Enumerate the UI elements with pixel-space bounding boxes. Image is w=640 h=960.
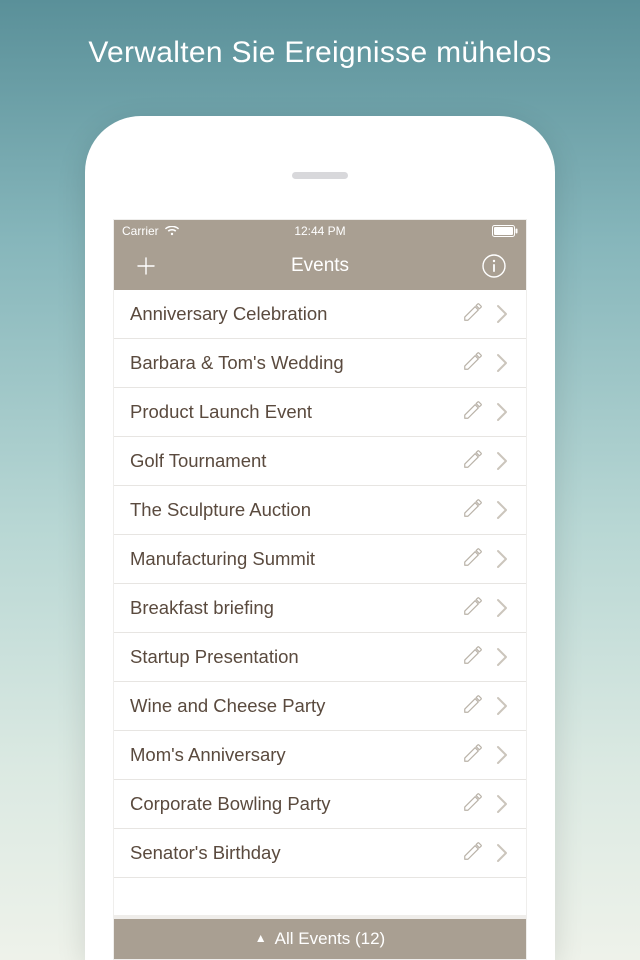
caret-up-icon: ▲ [255, 931, 267, 945]
event-row[interactable]: Mom's Anniversary [114, 731, 526, 780]
pencil-icon [462, 497, 484, 524]
pencil-icon [462, 399, 484, 426]
event-label: Senator's Birthday [130, 842, 456, 864]
edit-event-button[interactable] [456, 542, 490, 576]
event-row[interactable]: Product Launch Event [114, 388, 526, 437]
chevron-right-icon [490, 694, 514, 718]
plus-icon [134, 254, 158, 278]
event-row[interactable]: Startup Presentation [114, 633, 526, 682]
event-label: The Sculpture Auction [130, 499, 456, 521]
pencil-icon [462, 546, 484, 573]
event-row[interactable]: Senator's Birthday [114, 829, 526, 878]
edit-event-button[interactable] [456, 493, 490, 527]
pencil-icon [462, 742, 484, 769]
events-list[interactable]: Anniversary Celebration Barbara & Tom's W… [114, 290, 526, 915]
chevron-right-icon [490, 596, 514, 620]
event-row[interactable]: Golf Tournament [114, 437, 526, 486]
edit-event-button[interactable] [456, 738, 490, 772]
event-row[interactable]: The Sculpture Auction [114, 486, 526, 535]
battery-icon [492, 225, 518, 237]
status-left: Carrier [122, 224, 254, 238]
event-label: Golf Tournament [130, 450, 456, 472]
pencil-icon [462, 644, 484, 671]
event-label: Breakfast briefing [130, 597, 456, 619]
nav-bar: Events [114, 242, 526, 290]
event-label: Manufacturing Summit [130, 548, 456, 570]
event-label: Barbara & Tom's Wedding [130, 352, 456, 374]
nav-title: Events [168, 255, 472, 277]
chevron-right-icon [490, 743, 514, 767]
edit-event-button[interactable] [456, 689, 490, 723]
edit-event-button[interactable] [456, 346, 490, 380]
edit-event-button[interactable] [456, 395, 490, 429]
add-event-button[interactable] [124, 244, 168, 288]
event-row[interactable]: Breakfast briefing [114, 584, 526, 633]
edit-event-button[interactable] [456, 787, 490, 821]
wifi-icon [165, 226, 179, 236]
chevron-right-icon [490, 547, 514, 571]
edit-event-button[interactable] [456, 836, 490, 870]
event-label: Mom's Anniversary [130, 744, 456, 766]
pencil-icon [462, 301, 484, 328]
chevron-right-icon [490, 302, 514, 326]
edit-event-button[interactable] [456, 444, 490, 478]
chevron-right-icon [490, 351, 514, 375]
chevron-right-icon [490, 400, 514, 424]
pencil-icon [462, 350, 484, 377]
pencil-icon [462, 448, 484, 475]
event-row[interactable]: Manufacturing Summit [114, 535, 526, 584]
status-right [386, 225, 518, 237]
event-label: Anniversary Celebration [130, 303, 456, 325]
phone-frame: Carrier 12:44 PM Events [85, 116, 555, 960]
event-row[interactable]: Wine and Cheese Party [114, 682, 526, 731]
carrier-label: Carrier [122, 224, 159, 238]
status-bar: Carrier 12:44 PM [114, 220, 526, 242]
phone-earpiece [292, 172, 348, 179]
info-icon [481, 253, 507, 279]
info-button[interactable] [472, 244, 516, 288]
chevron-right-icon [490, 645, 514, 669]
all-events-button[interactable]: ▲ All Events (12) [114, 915, 526, 959]
event-label: Product Launch Event [130, 401, 456, 423]
chevron-right-icon [490, 841, 514, 865]
phone-screen: Carrier 12:44 PM Events [113, 219, 527, 960]
event-row[interactable]: Corporate Bowling Party [114, 780, 526, 829]
pencil-icon [462, 595, 484, 622]
event-label: Startup Presentation [130, 646, 456, 668]
event-row[interactable]: Barbara & Tom's Wedding [114, 339, 526, 388]
event-row[interactable]: Anniversary Celebration [114, 290, 526, 339]
chevron-right-icon [490, 449, 514, 473]
promo-title: Verwalten Sie Ereignisse mühelos [88, 36, 551, 70]
pencil-icon [462, 840, 484, 867]
edit-event-button[interactable] [456, 591, 490, 625]
status-time: 12:44 PM [254, 224, 386, 238]
pencil-icon [462, 693, 484, 720]
edit-event-button[interactable] [456, 640, 490, 674]
all-events-label: All Events (12) [275, 929, 386, 949]
chevron-right-icon [490, 792, 514, 816]
event-label: Wine and Cheese Party [130, 695, 456, 717]
chevron-right-icon [490, 498, 514, 522]
event-label: Corporate Bowling Party [130, 793, 456, 815]
edit-event-button[interactable] [456, 297, 490, 331]
pencil-icon [462, 791, 484, 818]
